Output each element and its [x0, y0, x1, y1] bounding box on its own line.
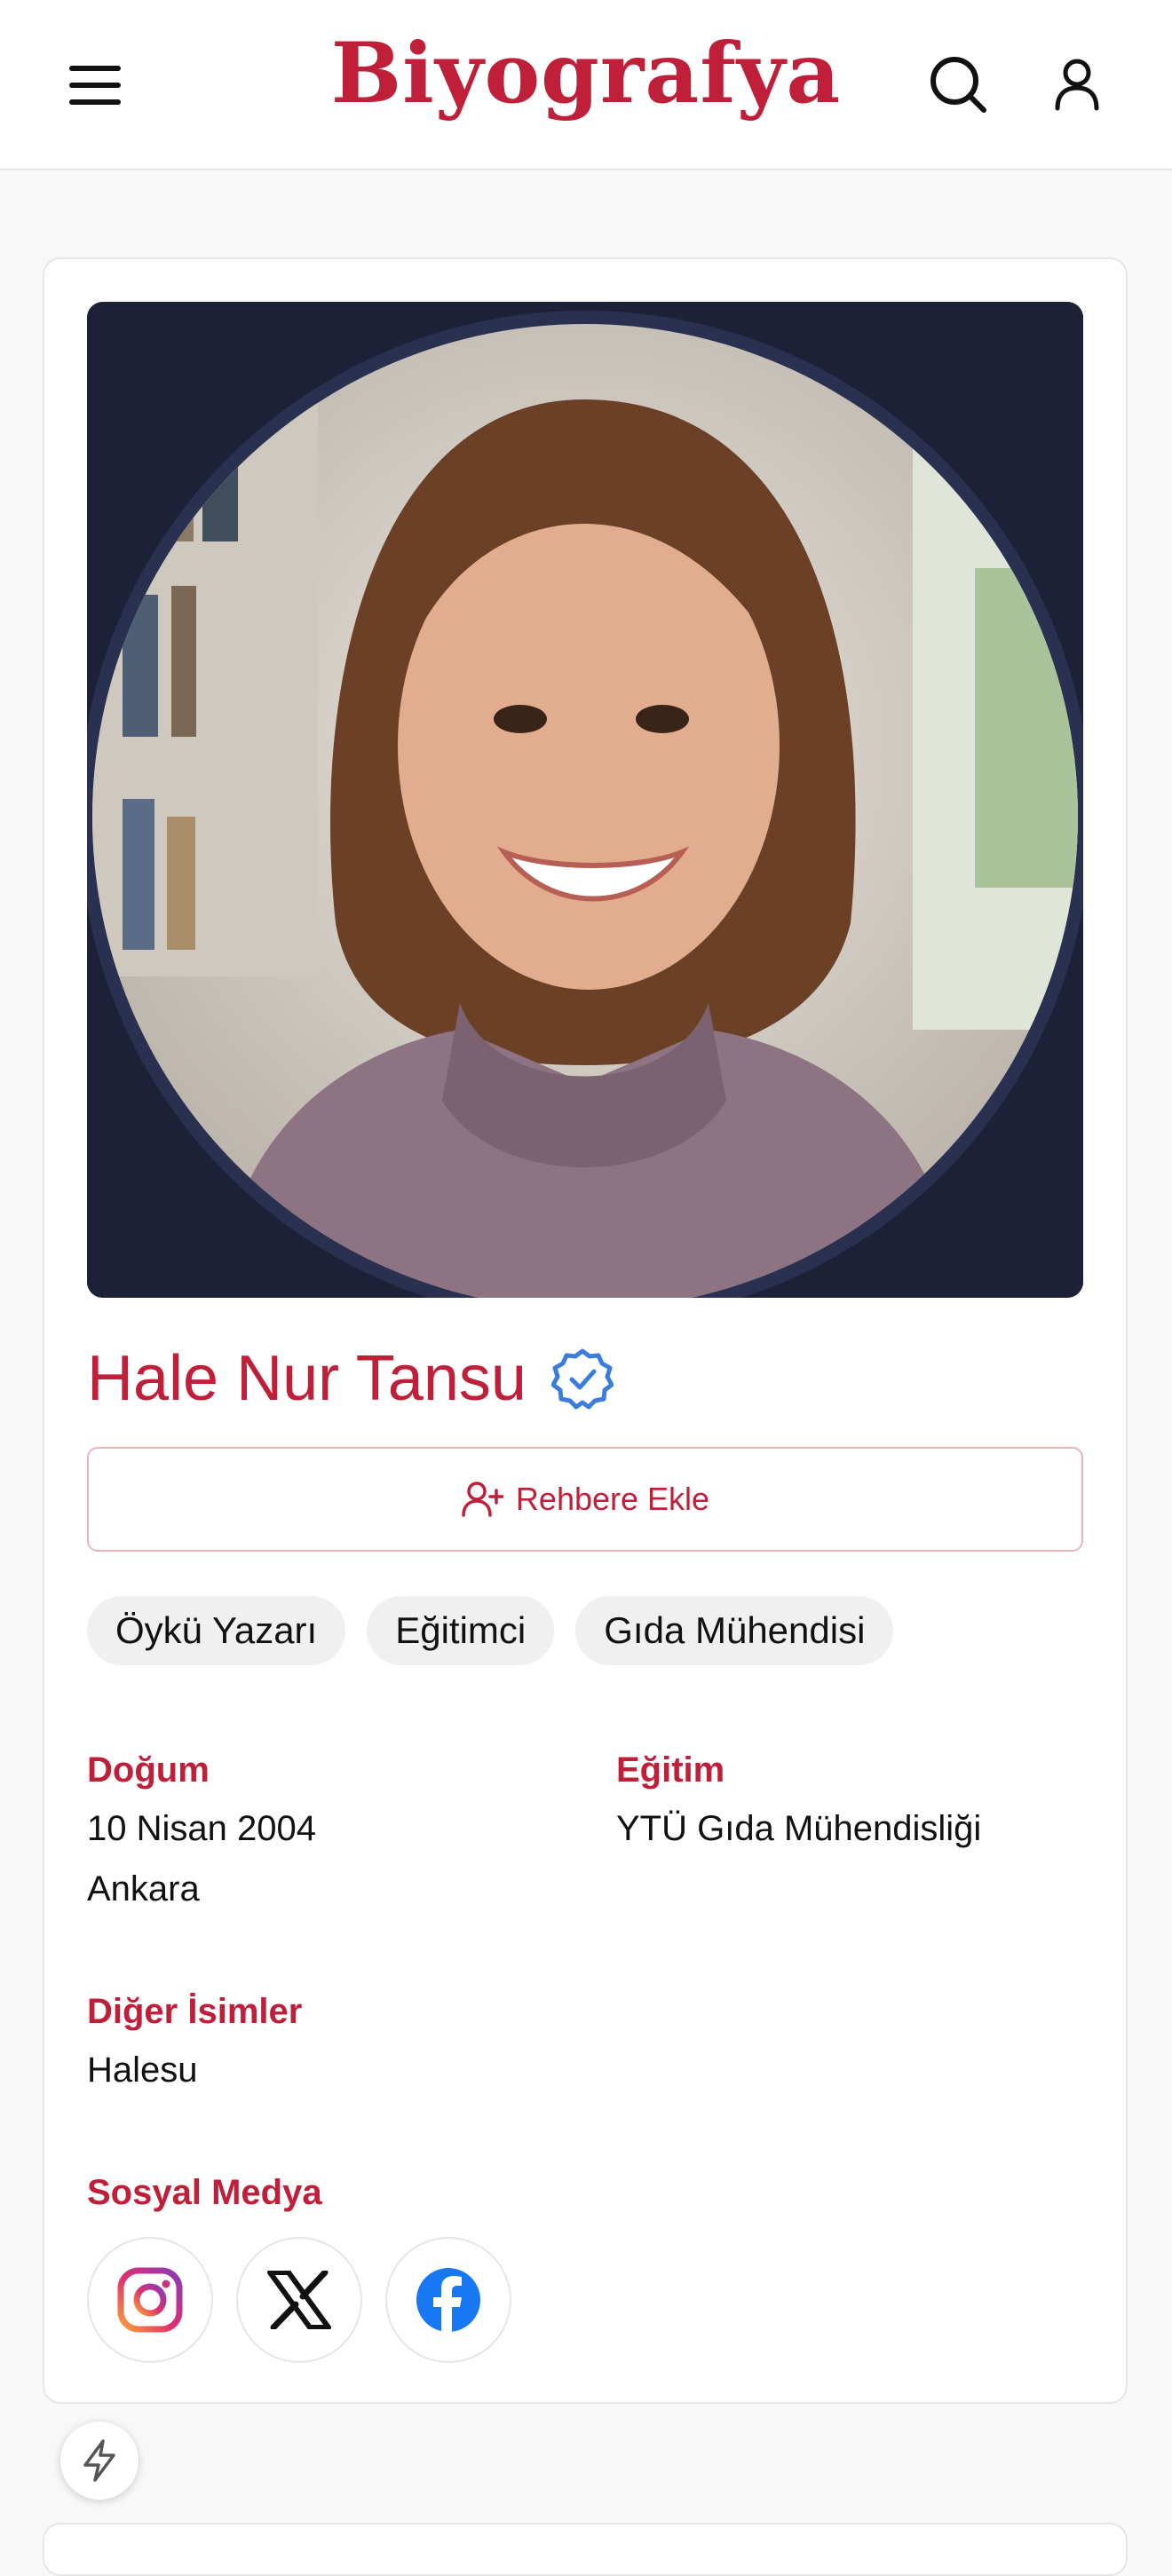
add-to-contacts-button[interactable]: Rehbere Ekle	[87, 1447, 1083, 1552]
birth-label: Doğum	[87, 1750, 210, 1790]
profile-photo	[87, 302, 1083, 1298]
quick-action-button[interactable]	[60, 2422, 139, 2500]
tag-item[interactable]: Eğitimci	[367, 1596, 555, 1665]
lightning-icon	[83, 2439, 115, 2482]
education-value: YTÜ Gıda Mühendisliği	[616, 1809, 982, 1848]
x-icon	[267, 2271, 331, 2329]
other-names-label: Diğer İsimler	[87, 1992, 303, 2031]
user-plus-icon	[462, 1482, 503, 1517]
user-icon[interactable]	[1044, 51, 1110, 117]
search-icon[interactable]	[925, 51, 991, 117]
social-media-label: Sosyal Medya	[87, 2173, 322, 2212]
site-header: Biyografya	[0, 0, 1172, 170]
birth-date: 10 Nisan 2004	[87, 1809, 316, 1848]
add-to-contacts-label: Rehbere Ekle	[515, 1481, 710, 1517]
x-link[interactable]	[236, 2237, 362, 2363]
profession-tags: Öykü Yazarı Eğitimci Gıda Mühendisi	[87, 1596, 894, 1665]
birth-place: Ankara	[87, 1869, 200, 1908]
profile-name: Hale Nur Tansu	[87, 1343, 527, 1414]
next-section-card	[43, 2523, 1128, 2576]
instagram-link[interactable]	[87, 2237, 213, 2363]
tag-item[interactable]: Gıda Mühendisi	[575, 1596, 894, 1665]
facebook-link[interactable]	[385, 2237, 511, 2363]
site-logo[interactable]: Biyografya	[0, 32, 1172, 115]
education-label: Eğitim	[616, 1750, 725, 1790]
tag-item[interactable]: Öykü Yazarı	[87, 1596, 346, 1665]
profile-name-row: Hale Nur Tansu	[87, 1339, 614, 1418]
instagram-icon	[117, 2267, 183, 2333]
verified-badge-icon	[550, 1348, 614, 1410]
profile-card: Hale Nur Tansu Rehbere Ekle Öykü Yazarı …	[43, 257, 1128, 2404]
other-names-value: Halesu	[87, 2051, 198, 2090]
facebook-icon	[416, 2268, 480, 2333]
social-links	[87, 2237, 511, 2363]
